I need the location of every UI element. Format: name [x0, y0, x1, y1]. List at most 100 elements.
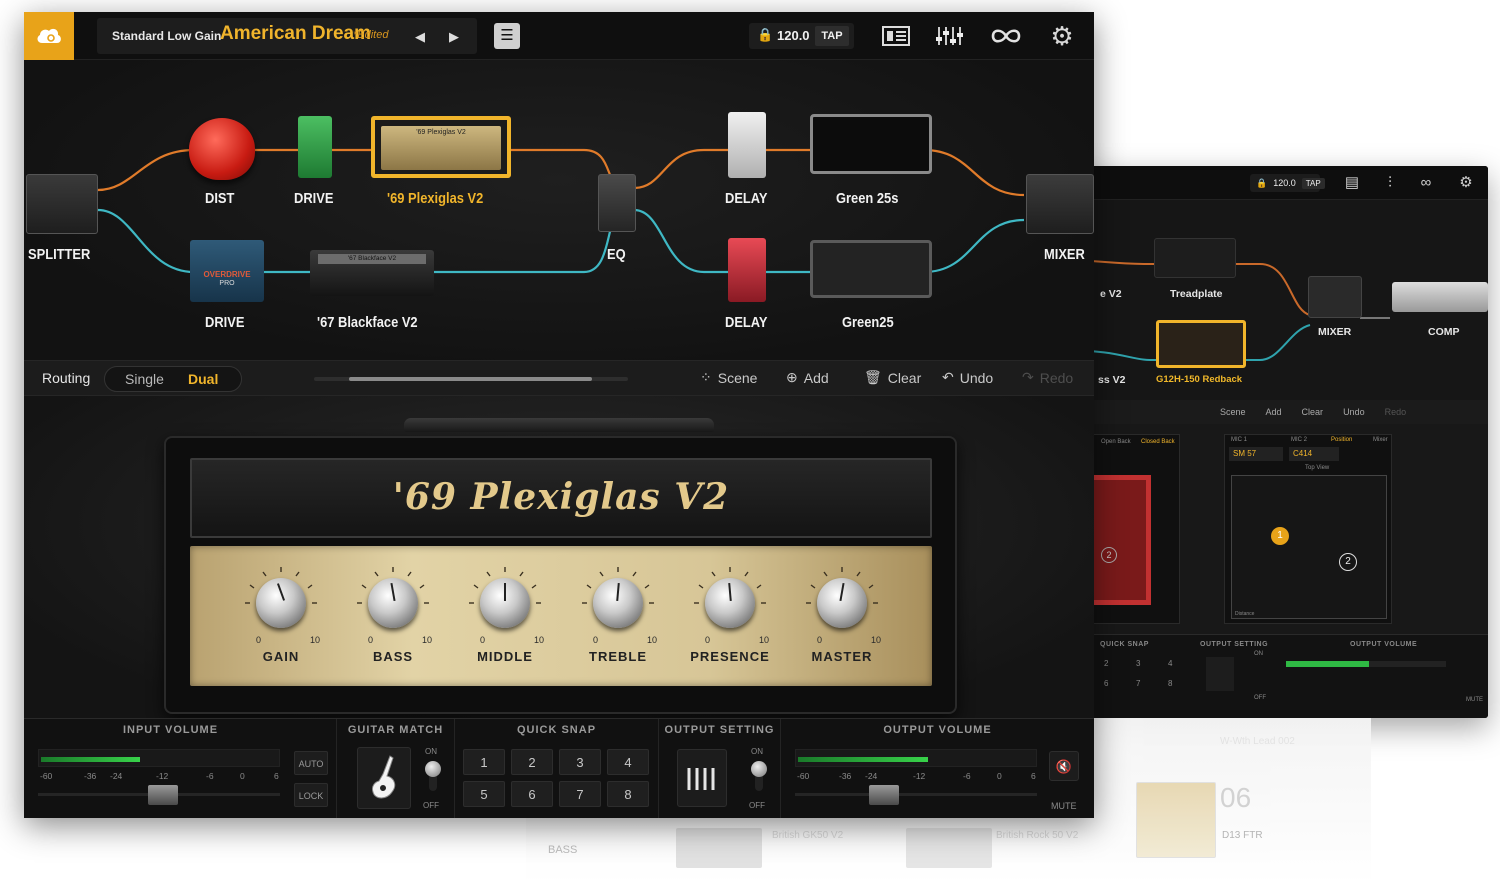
comp-unit[interactable] [1392, 282, 1488, 312]
secondary-snap-3[interactable]: 3 [1136, 659, 1140, 668]
secondary-snap-2[interactable]: 2 [1104, 659, 1108, 668]
previous-preset-arrow-icon[interactable]: ◀ [411, 28, 429, 46]
gain-knob-cap[interactable] [256, 578, 306, 628]
mic2-marker[interactable]: 2 [1339, 553, 1357, 571]
amp-top-selected[interactable]: '69 Plexiglas V2 [371, 116, 511, 178]
clear-button[interactable]: 🗑 Clear [864, 369, 921, 386]
guitar-match-on-label: ON [425, 747, 437, 756]
chain-scrollbar[interactable] [314, 377, 628, 381]
output-setting-button[interactable] [677, 749, 727, 807]
secondary-snap-4[interactable]: 4 [1168, 659, 1172, 668]
treble-knob[interactable]: 0 10 TREBLE [573, 567, 663, 678]
dist-pedal[interactable] [189, 118, 255, 180]
quick-snap-4[interactable]: 4 [607, 749, 649, 775]
routing-single-option[interactable]: Single [125, 371, 164, 387]
mute-button[interactable]: 🔇 [1049, 751, 1079, 781]
secondary-redo-button[interactable]: Redo [1385, 407, 1407, 417]
mic-placement-grid[interactable] [1231, 475, 1387, 619]
mic1-select[interactable]: SM 57 [1229, 447, 1283, 461]
eq-unit[interactable] [598, 174, 636, 232]
quick-snap-5[interactable]: 5 [463, 781, 505, 807]
delay-pedal-bottom[interactable] [728, 238, 766, 302]
preset-selector[interactable]: Standard Low Gain American Dream *Edited… [97, 18, 477, 54]
treadplate-cab[interactable] [1154, 238, 1236, 278]
preset-info-icon[interactable]: ▤ [1342, 174, 1362, 192]
bpm-value[interactable]: 120.0 [777, 28, 810, 43]
output-fader-handle[interactable] [869, 785, 899, 805]
presence-knob-cap[interactable] [705, 578, 755, 628]
drive-pedal-top[interactable] [298, 116, 332, 178]
secondary-add-button[interactable]: Add [1266, 407, 1282, 417]
guitar-match-button[interactable] [357, 747, 411, 809]
cab-bottom[interactable] [810, 240, 932, 298]
bass-knob-cap[interactable] [368, 578, 418, 628]
next-preset-arrow-icon[interactable]: ▶ [445, 28, 463, 46]
splitter-unit[interactable] [26, 174, 98, 234]
undo-button[interactable]: ↶ Undo [942, 369, 993, 386]
guitar-match-toggle[interactable] [425, 757, 441, 801]
toggle-knob[interactable] [425, 761, 441, 777]
gain-knob[interactable]: 0 10 GAIN [236, 567, 326, 678]
mixer-button[interactable] [934, 22, 966, 50]
secondary-amp-bottom-label: ss V2 [1098, 374, 1126, 386]
master-knob-cap[interactable] [817, 578, 867, 628]
gear-icon[interactable]: ⚙ [1456, 174, 1476, 192]
output-setting-toggle[interactable] [751, 757, 767, 801]
lock-button[interactable]: LOCK [294, 783, 328, 807]
output-scale-3: -24 [865, 771, 878, 781]
preset-name[interactable]: American Dream [220, 23, 371, 45]
tempo-control[interactable]: 🔒 120.0 TAP [749, 23, 854, 49]
preset-list-button[interactable]: ☰ [494, 23, 520, 49]
cloud-button[interactable] [24, 12, 74, 60]
treble-knob-cap[interactable] [593, 578, 643, 628]
quick-snap-3[interactable]: 3 [559, 749, 601, 775]
quick-snap-2[interactable]: 2 [511, 749, 553, 775]
cab-top[interactable] [810, 114, 932, 174]
auto-button[interactable]: AUTO [294, 751, 328, 775]
selected-cab[interactable] [1156, 320, 1246, 368]
chain-scrollbar-thumb[interactable] [349, 377, 592, 381]
bass-knob[interactable]: 0 10 BASS [348, 567, 438, 678]
secondary-mixer[interactable] [1308, 276, 1362, 318]
middle-knob[interactable]: 0 10 MIDDLE [460, 567, 550, 678]
secondary-snap-7[interactable]: 7 [1136, 679, 1140, 688]
middle-knob-cap[interactable] [480, 578, 530, 628]
add-button[interactable]: ⊕ Add [786, 369, 829, 386]
secondary-output-setting-icon[interactable] [1206, 657, 1234, 691]
secondary-undo-button[interactable]: Undo [1343, 407, 1365, 417]
drive-pedal-bottom[interactable]: OVERDRIVE PRO [190, 240, 264, 302]
quick-snap-1[interactable]: 1 [463, 749, 505, 775]
loop-icon[interactable]: ∞ [1416, 174, 1436, 192]
secondary-snap-8[interactable]: 8 [1168, 679, 1172, 688]
routing-dual-option[interactable]: Dual [188, 371, 218, 387]
mic1-marker[interactable]: 1 [1271, 527, 1289, 545]
master-knob[interactable]: 0 10 MASTER [797, 567, 887, 678]
amp-bottom[interactable]: '67 Blackface V2 [310, 250, 434, 296]
input-fader-handle[interactable] [148, 785, 178, 805]
output-fader-track[interactable] [795, 793, 1037, 796]
quick-snap-6[interactable]: 6 [511, 781, 553, 807]
looper-button[interactable] [990, 22, 1022, 50]
mixer-unit[interactable] [1026, 174, 1094, 234]
redo-button[interactable]: ↷ Redo [1022, 369, 1073, 386]
toggle-knob[interactable] [751, 761, 767, 777]
quick-snap-7[interactable]: 7 [559, 781, 601, 807]
settings-button[interactable]: ⚙ [1046, 22, 1078, 50]
secondary-tempo[interactable]: 🔒 120.0 TAP [1250, 174, 1325, 192]
secondary-snap-6[interactable]: 6 [1104, 679, 1108, 688]
tap-button[interactable]: TAP [815, 26, 849, 46]
secondary-scene-button[interactable]: Scene [1220, 407, 1246, 417]
routing-toggle[interactable]: Single Dual [104, 366, 242, 392]
secondary-tap-button[interactable]: TAP [1301, 177, 1325, 189]
scene-button[interactable]: ⁘ Scene [700, 369, 757, 386]
mixer-sliders-icon[interactable]: ⫶ [1380, 174, 1400, 192]
lock-icon[interactable]: 🔒 [757, 27, 773, 43]
preset-info-button[interactable] [880, 22, 912, 50]
secondary-clear-button[interactable]: Clear [1302, 407, 1324, 417]
reflection-bass-label: BASS [548, 844, 578, 856]
reflection-faded-3: W-Wth Lead 002 [1220, 736, 1295, 747]
delay-pedal-top[interactable] [728, 112, 766, 178]
presence-knob[interactable]: 0 10 PRESENCE [685, 567, 775, 678]
mic2-select[interactable]: C414 [1289, 447, 1339, 461]
quick-snap-8[interactable]: 8 [607, 781, 649, 807]
